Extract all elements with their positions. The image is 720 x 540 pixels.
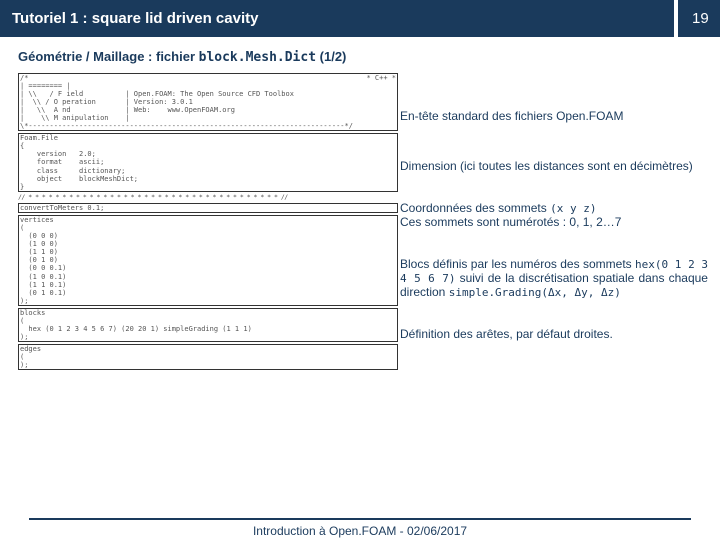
code-convert: convertToMeters 0.1; [20, 204, 396, 212]
commentary-column: En-tête standard des fichiers Open.FOAM … [400, 73, 708, 369]
code-topbar-right: * C++ * [366, 74, 396, 82]
comment-dimension: Dimension (ici toutes les distances sont… [400, 159, 708, 173]
code-convert-box: convertToMeters 0.1; [18, 203, 398, 213]
code-blocks-box: blocks ( hex (0 1 2 3 4 5 6 7) (20 20 1)… [18, 308, 398, 342]
comment-blocks: Blocs définis par les numéros des sommet… [400, 257, 708, 299]
code-column: /* * C++ * | ======== | | \\ / F ield | … [18, 73, 398, 372]
code-blocks: blocks ( hex (0 1 2 3 4 5 6 7) (20 20 1)… [20, 309, 396, 341]
footer-line [29, 518, 691, 520]
slide-number: 19 [678, 0, 720, 37]
code-vertices: vertices ( (0 0 0) (1 0 0) (1 1 0) (0 1 … [20, 216, 396, 305]
subtitle-code: block.Mesh.Dict [199, 50, 316, 65]
subtitle-prefix: Géométrie / Maillage : fichier [18, 49, 199, 64]
comment-edges: Définition des arêtes, par défaut droite… [400, 327, 708, 341]
code-edges-box: edges ( ); [18, 344, 398, 370]
code-stars: // * * * * * * * * * * * * * * * * * * *… [18, 194, 398, 201]
content-area: /* * C++ * | ======== | | \\ / F ield | … [0, 73, 720, 493]
code-vertices-box: vertices ( (0 0 0) (1 0 0) (1 1 0) (0 1 … [18, 215, 398, 306]
code-foamfile: Foam.File { version 2.0; format ascii; c… [20, 134, 396, 190]
slide-title: Tutoriel 1 : square lid driven cavity [0, 0, 674, 37]
code-edges: edges ( ); [20, 345, 396, 369]
slide-footer: Introduction à Open.FOAM - 02/06/2017 [0, 518, 720, 538]
slide-header: Tutoriel 1 : square lid driven cavity 19 [0, 0, 720, 37]
code-foamfile-box: Foam.File { version 2.0; format ascii; c… [18, 133, 398, 191]
code-topbar-left: /* [20, 74, 28, 82]
code-banner: | ======== | | \\ / F ield | Open.FOAM: … [20, 82, 396, 130]
comment-vertices: Coordonnées des sommets (x y z) Ces somm… [400, 201, 708, 229]
code-header-box: /* * C++ * | ======== | | \\ / F ield | … [18, 73, 398, 131]
subtitle-suffix: (1/2) [316, 49, 346, 64]
slide-subtitle: Géométrie / Maillage : fichier block.Mes… [0, 37, 720, 73]
footer-text: Introduction à Open.FOAM - 02/06/2017 [253, 524, 467, 538]
comment-header: En-tête standard des fichiers Open.FOAM [400, 109, 708, 123]
